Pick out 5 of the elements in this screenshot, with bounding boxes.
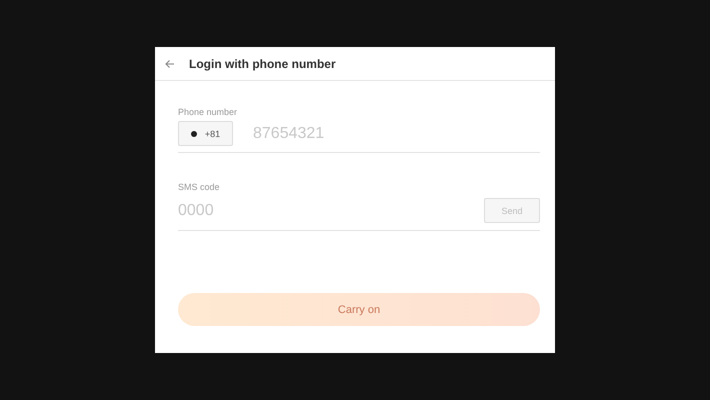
dialog-title: Login with phone number [189, 56, 336, 70]
dot-icon [190, 130, 197, 136]
field-label: SMS code [178, 182, 221, 192]
field-label: Phone number [178, 107, 238, 117]
country-code-button[interactable]: +81 [178, 121, 233, 146]
